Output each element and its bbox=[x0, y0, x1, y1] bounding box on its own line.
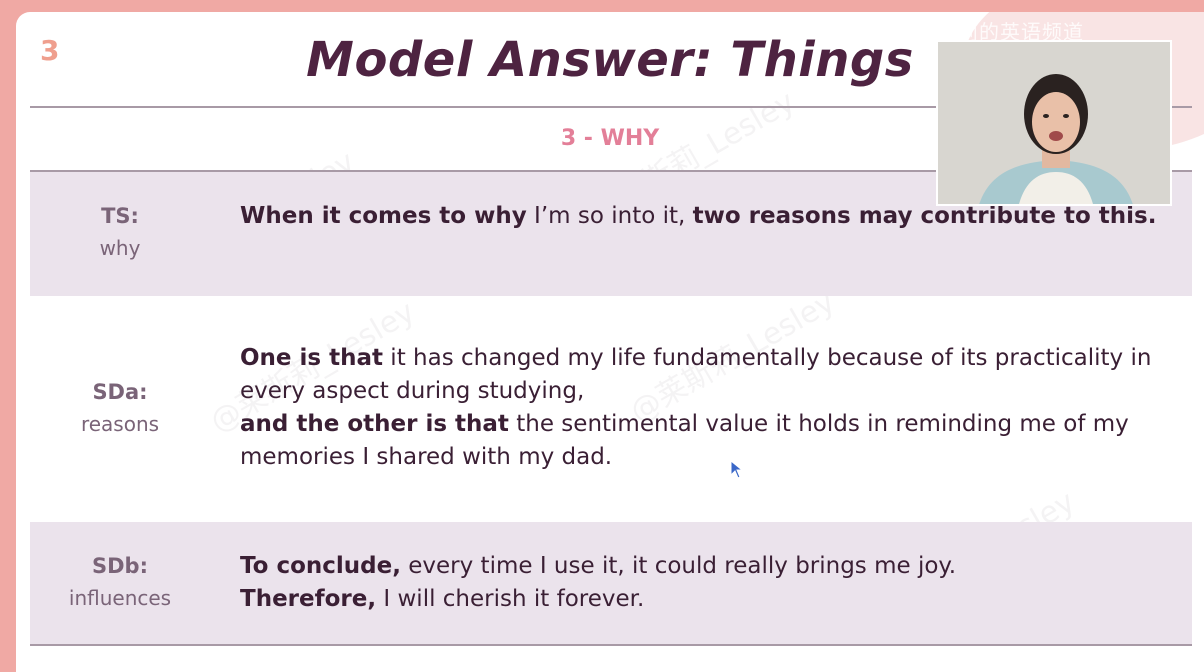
row-label-main: SDb: bbox=[92, 554, 148, 578]
row-content: One is that it has changed my life funda… bbox=[240, 342, 1162, 474]
emphasis-text: two reasons may contribute to this. bbox=[692, 203, 1157, 229]
divider bbox=[30, 644, 1192, 646]
channel-brand: 莱斯莉的英语频道 bbox=[916, 20, 1084, 44]
row-label: TS: why bbox=[30, 200, 210, 264]
row-label-sub: reasons bbox=[80, 412, 160, 436]
row-label-main: SDa: bbox=[92, 380, 148, 404]
sdb-row: SDb: influences To conclude, every time … bbox=[30, 522, 1192, 644]
content-line: To conclude, every time I use it, it cou… bbox=[240, 550, 1162, 583]
row-content: To conclude, every time I use it, it cou… bbox=[240, 550, 1162, 616]
content-line: Therefore, I will cherish it forever. bbox=[240, 583, 1162, 616]
content-line: One is that it has changed my life funda… bbox=[240, 342, 1162, 408]
row-label-sub: why bbox=[99, 236, 141, 260]
emphasis-text: One is that bbox=[240, 345, 383, 371]
row-label-sub: influences bbox=[68, 586, 172, 610]
emphasis-text: When it comes to why bbox=[240, 203, 527, 229]
emphasis-text: and the other is that bbox=[240, 411, 509, 437]
row-label-main: TS: bbox=[101, 204, 139, 228]
sda-row: SDa: reasons One is that it has changed … bbox=[30, 296, 1192, 522]
emphasis-text: To conclude, bbox=[240, 553, 401, 579]
content-line: and the other is that the sentimental va… bbox=[240, 408, 1162, 474]
mouse-cursor-icon bbox=[730, 460, 744, 479]
presenter-figure bbox=[938, 42, 1170, 204]
emphasis-text: Therefore, bbox=[240, 586, 377, 612]
presenter-video bbox=[936, 40, 1172, 206]
row-label: SDb: influences bbox=[30, 550, 210, 614]
body-text: I’m so into it, bbox=[526, 203, 693, 229]
body-text: every time I use it, it could really bri… bbox=[400, 553, 957, 579]
row-label: SDa: reasons bbox=[30, 376, 210, 440]
body-text: I will cherish it forever. bbox=[376, 586, 645, 612]
